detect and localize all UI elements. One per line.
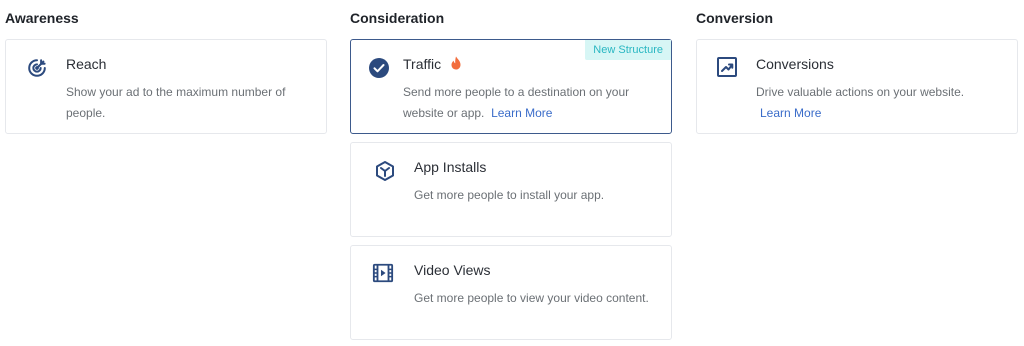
- objective-card-conversions[interactable]: Conversions Drive valuable actions on yo…: [696, 39, 1018, 134]
- card-description: Drive valuable actions on your website. …: [756, 82, 1006, 124]
- awareness-heading: Awareness: [5, 10, 79, 26]
- card-description: Send more people to a destination on you…: [403, 82, 653, 124]
- consideration-heading: Consideration: [350, 10, 445, 26]
- objective-card-video-views[interactable]: Video Views Get more people to view your…: [350, 245, 672, 340]
- trend-chart-icon: [716, 56, 738, 78]
- film-icon: [372, 262, 394, 284]
- card-description: Get more people to view your video conte…: [414, 291, 649, 305]
- card-title: Reach: [66, 56, 107, 72]
- card-title: Video Views: [414, 262, 491, 278]
- flame-icon: [451, 56, 461, 70]
- learn-more-link[interactable]: Learn More: [760, 106, 821, 120]
- check-circle-icon: [368, 57, 390, 79]
- card-description: Get more people to install your app.: [414, 188, 605, 202]
- target-icon: [26, 57, 48, 79]
- card-title: Conversions: [756, 56, 834, 72]
- cube-icon: [374, 160, 396, 182]
- learn-more-link[interactable]: Learn More: [491, 106, 552, 120]
- card-title: Traffic: [403, 56, 442, 72]
- objective-card-app-installs[interactable]: App Installs Get more people to install …: [350, 142, 672, 237]
- objective-card-reach[interactable]: Reach Show your ad to the maximum number…: [5, 39, 327, 134]
- card-title: App Installs: [414, 159, 487, 175]
- new-structure-badge: New Structure: [585, 40, 671, 60]
- card-description: Show your ad to the maximum number of pe…: [66, 85, 286, 120]
- objective-card-traffic[interactable]: New Structure Traffic Send more people t…: [350, 39, 672, 134]
- conversion-heading: Conversion: [696, 10, 774, 26]
- card-description-text: Drive valuable actions on your website.: [756, 85, 965, 99]
